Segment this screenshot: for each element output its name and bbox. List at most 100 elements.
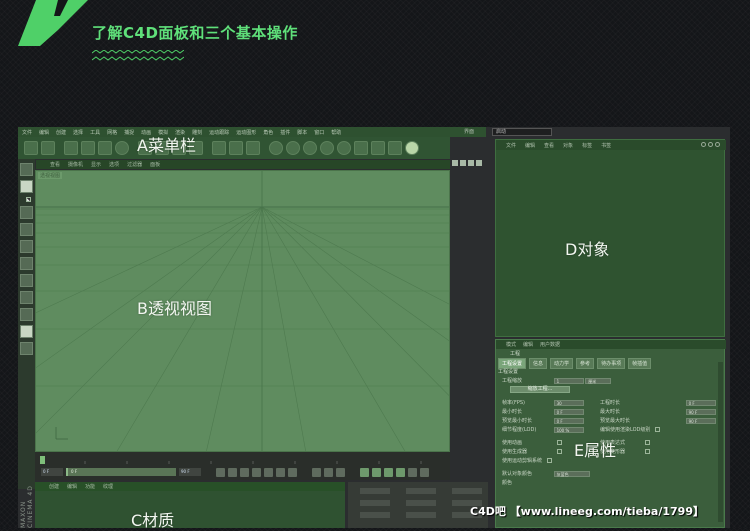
position-key-icon[interactable] <box>360 467 369 477</box>
go-to-start-icon[interactable] <box>216 467 225 477</box>
menu-item-snap[interactable]: 捕捉 <box>124 129 134 136</box>
menu-item-select[interactable]: 选择 <box>73 129 83 136</box>
array-icon[interactable] <box>320 141 334 155</box>
rotate-icon[interactable] <box>115 141 129 155</box>
scale-key-icon[interactable] <box>372 467 381 477</box>
light-icon[interactable] <box>405 141 419 155</box>
menu-item-window[interactable]: 窗口 <box>314 129 324 136</box>
redo-icon[interactable] <box>41 141 55 155</box>
render-settings-icon[interactable] <box>246 141 260 155</box>
texture-mode-icon[interactable] <box>25 197 31 202</box>
object-menu-objects[interactable]: 对象 <box>563 142 573 149</box>
model-mode-icon[interactable] <box>20 180 33 193</box>
project-scale-unit-select[interactable]: 厘米 <box>585 377 612 384</box>
attribute-manager-panel[interactable]: 模式 编辑 用户数据 工程 工程设置 信息 动力学 参考 待办事项 帧插值 工程… <box>495 339 726 528</box>
use-anim-checkbox[interactable] <box>556 440 562 445</box>
material-menu-texture[interactable]: 纹理 <box>103 483 113 490</box>
workplane-icon[interactable] <box>20 206 33 219</box>
object-menu-edit[interactable]: 编辑 <box>525 142 535 149</box>
max-time-field[interactable]: 90 F <box>685 408 716 415</box>
record-icon[interactable] <box>312 467 321 477</box>
menu-item-plugins[interactable]: 插件 <box>280 129 290 136</box>
view-menu-panel[interactable]: 面板 <box>150 161 160 168</box>
attribute-menu-user-data[interactable]: 用户数据 <box>540 341 560 348</box>
nurbs-icon[interactable] <box>303 141 317 155</box>
maximize-icon[interactable] <box>476 160 482 166</box>
next-key-icon[interactable] <box>276 467 285 477</box>
go-to-end-icon[interactable] <box>288 467 297 477</box>
camera-icon[interactable] <box>371 141 385 155</box>
menu-item-file[interactable]: 文件 <box>22 129 32 136</box>
previous-key-icon[interactable] <box>228 467 237 477</box>
layout-select[interactable]: 启动 <box>492 128 552 136</box>
menu-item-script[interactable]: 脚本 <box>297 129 307 136</box>
rotation-key-icon[interactable] <box>384 467 393 477</box>
pan-icon[interactable] <box>452 160 458 166</box>
fps-field[interactable]: 30 <box>553 399 584 406</box>
parameter-key-icon[interactable] <box>396 467 405 477</box>
start-frame-field[interactable]: 0 F <box>41 468 63 476</box>
move-icon[interactable] <box>81 141 95 155</box>
material-panel[interactable]: 创建 编辑 功能 纹理 <box>35 482 345 528</box>
make-editable-icon[interactable] <box>20 163 33 176</box>
min-time-field[interactable]: 0 F <box>553 408 584 415</box>
render-picture-viewer-icon[interactable] <box>229 141 243 155</box>
menu-item-mograph[interactable]: 运动图形 <box>236 129 256 136</box>
use-deform-checkbox[interactable] <box>644 449 650 454</box>
tab-dynamics[interactable]: 动力学 <box>550 358 574 369</box>
tab-info[interactable]: 信息 <box>529 358 548 369</box>
scale-project-button[interactable]: 缩放工程... <box>510 386 570 393</box>
edges-mode-icon[interactable] <box>20 240 33 253</box>
object-menu-tags[interactable]: 标签 <box>582 142 592 149</box>
material-menu-edit[interactable]: 编辑 <box>67 483 77 490</box>
preview-max-field[interactable]: 90 F <box>685 417 716 424</box>
tab-referencing[interactable]: 参考 <box>576 358 595 369</box>
deformer-icon[interactable] <box>337 141 351 155</box>
timeline-menu-icon[interactable] <box>420 467 429 477</box>
snap-icon[interactable] <box>20 308 33 321</box>
coordinates-panel[interactable] <box>348 482 488 528</box>
attribute-menu-mode[interactable]: 模式 <box>506 341 516 348</box>
object-manager-panel[interactable]: 文件 编辑 查看 对象 标签 书签 <box>495 139 726 337</box>
use-motion-checkbox[interactable] <box>546 458 552 463</box>
points-mode-icon[interactable] <box>20 223 33 236</box>
point-level-icon[interactable] <box>408 467 417 477</box>
undo-icon[interactable] <box>24 141 38 155</box>
cube-icon[interactable] <box>269 141 283 155</box>
spline-icon[interactable] <box>286 141 300 155</box>
menu-item-edit[interactable]: 编辑 <box>39 129 49 136</box>
menu-item-character[interactable]: 角色 <box>263 129 273 136</box>
render-lod-checkbox[interactable] <box>655 427 660 432</box>
view-menu-options[interactable]: 选项 <box>109 161 119 168</box>
play-icon[interactable] <box>252 467 261 477</box>
preview-min-field[interactable]: 0 F <box>553 417 584 424</box>
lod-field[interactable]: 100 % <box>553 426 584 433</box>
view-menu-display[interactable]: 显示 <box>91 161 101 168</box>
home-icon[interactable] <box>708 142 713 147</box>
keyframe-selection-icon[interactable] <box>336 467 345 477</box>
attribute-scrollbar[interactable] <box>718 362 723 522</box>
project-time-field[interactable]: 0 F <box>685 399 716 406</box>
next-frame-icon[interactable] <box>264 467 273 477</box>
floor-icon[interactable] <box>354 141 368 155</box>
object-menu-view[interactable]: 查看 <box>544 142 554 149</box>
use-gen-checkbox[interactable] <box>556 449 562 454</box>
target-icon[interactable] <box>715 142 720 147</box>
object-menu-bookmarks[interactable]: 书签 <box>601 142 611 149</box>
object-menu-file[interactable]: 文件 <box>506 142 516 149</box>
frame-range-slider[interactable]: 0 F <box>66 468 176 476</box>
menu-item-motion-tracker[interactable]: 运动跟踪 <box>209 129 229 136</box>
autokey-icon[interactable] <box>324 467 333 477</box>
menu-item-help[interactable]: 帮助 <box>331 129 341 136</box>
render-view-icon[interactable] <box>212 141 226 155</box>
previous-frame-icon[interactable] <box>240 467 249 477</box>
use-expr-checkbox[interactable] <box>644 440 650 445</box>
material-menu-function[interactable]: 功能 <box>85 483 95 490</box>
polygons-mode-icon[interactable] <box>20 257 33 270</box>
attribute-menu-edit[interactable]: 编辑 <box>523 341 533 348</box>
search-icon[interactable] <box>701 142 706 147</box>
view-menu-filter[interactable]: 过滤器 <box>127 161 142 168</box>
tab-todo[interactable]: 待办事项 <box>597 358 626 369</box>
tweak-mode-icon[interactable] <box>20 291 33 304</box>
perspective-viewport[interactable]: 透视视图 <box>35 170 450 452</box>
